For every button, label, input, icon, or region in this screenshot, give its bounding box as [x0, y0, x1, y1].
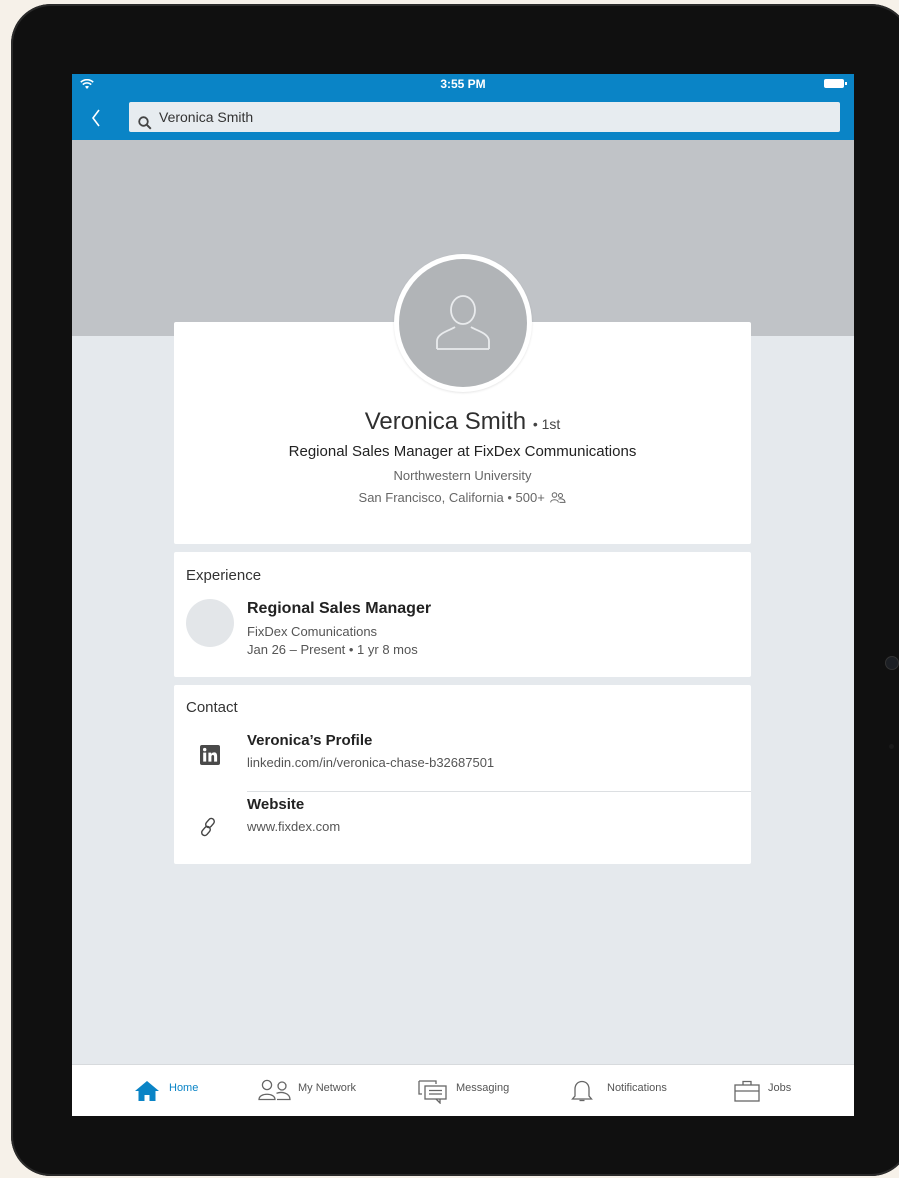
- tab-label: My Network: [298, 1082, 357, 1094]
- contact-value: www.fixdex.com: [247, 819, 341, 834]
- profile-photo[interactable]: [394, 254, 532, 392]
- contact-label: Veronica’s Profile: [247, 732, 373, 749]
- profile-name: Veronica Smith: [364, 408, 527, 435]
- connection-degree: • 1st: [532, 416, 561, 432]
- nav-bar: Veronica Smith: [72, 94, 854, 140]
- avatar: [399, 259, 527, 387]
- tab-my-network[interactable]: My Network: [258, 1065, 368, 1116]
- contact-item-profile[interactable]: Veronica’s Profile linkedin.com/in/veron…: [174, 725, 751, 789]
- profile-headline: Regional Sales Manager at FixDex Communi…: [288, 443, 637, 460]
- bottom-tab-bar: Home My Network Messaging Notifications …: [72, 1064, 854, 1116]
- linkedin-icon: [200, 745, 220, 765]
- network-icon: [258, 1079, 291, 1101]
- link-icon: [201, 817, 215, 837]
- search-query: Veronica Smith: [159, 109, 254, 125]
- divider: [247, 791, 751, 792]
- search-icon: [138, 110, 152, 140]
- back-button[interactable]: [90, 104, 114, 130]
- tab-messaging[interactable]: Messaging: [418, 1065, 518, 1116]
- bell-icon: [571, 1080, 593, 1102]
- tab-notifications[interactable]: Notifications: [570, 1065, 680, 1116]
- sensor: [889, 744, 894, 749]
- experience-heading: Experience: [186, 567, 262, 584]
- status-bar: 3:55 PM: [72, 74, 854, 94]
- tab-jobs[interactable]: Jobs: [734, 1065, 804, 1116]
- search-input[interactable]: Veronica Smith: [129, 102, 840, 132]
- experience-company: FixDex Comunications: [247, 624, 378, 639]
- company-logo: [186, 599, 234, 647]
- tab-label: Notifications: [607, 1082, 667, 1094]
- contact-card: Contact Veronica’s Profile linkedin.com/…: [174, 685, 751, 864]
- profile-name-line: Veronica Smith • 1st: [174, 408, 751, 436]
- tab-label: Home: [169, 1082, 199, 1094]
- experience-entry[interactable]: Regional Sales Manager FixDex Comunicati…: [174, 592, 751, 662]
- battery-icon: [824, 79, 847, 88]
- status-time: 3:55 PM: [440, 77, 486, 91]
- tab-home[interactable]: Home: [134, 1065, 214, 1116]
- contact-value: linkedin.com/in/veronica-chase-b32687501: [247, 755, 495, 770]
- tab-label: Jobs: [768, 1082, 792, 1094]
- screen: 3:55 PM Veronica Smith Veronica Smith • …: [72, 74, 854, 1116]
- contact-label: Website: [247, 796, 305, 813]
- profile-school[interactable]: Northwestern University: [174, 468, 751, 483]
- camera: [885, 656, 899, 670]
- connections-icon[interactable]: [550, 492, 566, 503]
- messaging-icon: [418, 1080, 447, 1104]
- tab-label: Messaging: [456, 1082, 510, 1094]
- profile-location: San Francisco, California • 500+: [358, 490, 545, 505]
- briefcase-icon: [734, 1080, 760, 1102]
- contact-heading: Contact: [186, 699, 238, 716]
- experience-role: Regional Sales Manager: [247, 600, 432, 617]
- person-icon: [436, 295, 490, 350]
- experience-card: Experience Regional Sales Manager FixDex…: [174, 552, 751, 677]
- chevron-left-icon: [92, 109, 100, 127]
- home-icon: [135, 1081, 159, 1101]
- profile-location-line: San Francisco, California • 500+: [174, 490, 751, 505]
- contact-item-website[interactable]: Website www.fixdex.com: [174, 795, 751, 855]
- experience-dates: Jan 26 – Present • 1 yr 8 mos: [247, 642, 418, 657]
